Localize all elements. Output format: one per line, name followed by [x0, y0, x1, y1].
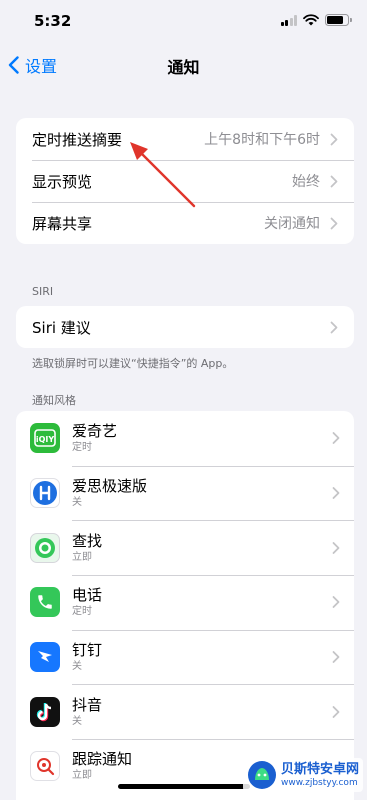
chevron-right-icon	[330, 217, 338, 229]
app-row-iqiyi[interactable]: iQIY 爱奇艺 定时	[16, 411, 354, 466]
phone-icon	[30, 587, 60, 618]
screen-sharing-row[interactable]: 屏幕共享 关闭通知	[16, 202, 354, 244]
app-row-phone[interactable]: 电话 定时	[16, 575, 354, 630]
chevron-right-icon	[330, 175, 338, 187]
home-indicator	[118, 784, 250, 789]
screen-sharing-label: 屏幕共享	[32, 214, 93, 233]
app-row-dingtalk[interactable]: 钉钉 关	[16, 629, 354, 685]
app-delivery-status: 关	[72, 715, 82, 727]
siri-footnote: 选取锁屏时可以建议“快捷指令”的 App。	[32, 357, 234, 370]
battery-icon	[325, 14, 352, 26]
siri-suggestions-label: Siri 建议	[32, 318, 91, 337]
app-name: 爱思极速版	[72, 477, 148, 496]
watermark-logo-icon	[247, 761, 276, 789]
siri-group: Siri 建议	[16, 306, 354, 348]
page-title: 通知	[167, 58, 200, 77]
chevron-right-icon	[332, 596, 340, 609]
show-previews-value: 始终	[292, 174, 320, 190]
dingtalk-icon	[30, 642, 60, 673]
cellular-signal-icon	[280, 14, 297, 26]
svg-text:iQIY: iQIY	[36, 435, 55, 444]
douyin-icon	[30, 696, 60, 727]
watermark-url: www.zjbstyy.com	[280, 777, 358, 788]
chevron-right-icon	[332, 432, 340, 445]
watermark-title: 贝斯特安卓网	[280, 761, 359, 777]
chevron-right-icon	[332, 651, 340, 663]
tracking-icon	[30, 751, 60, 782]
status-icons	[280, 14, 352, 26]
app-name: 跟踪通知	[72, 750, 133, 769]
app-name: 抖音	[72, 695, 103, 714]
general-settings-group: 定时推送摘要 上午8时和下午6时 显示预览 始终 屏幕共享 关闭通知	[16, 118, 354, 244]
iqiyi-icon: iQIY	[30, 423, 60, 454]
app-row-aisi[interactable]: 爱思极速版 关	[16, 465, 354, 521]
app-delivery-status: 定时	[72, 442, 92, 454]
app-name: 爱奇艺	[72, 422, 118, 441]
show-previews-row[interactable]: 显示预览 始终	[16, 160, 354, 202]
app-name: 钉钉	[72, 641, 103, 660]
show-previews-label: 显示预览	[32, 172, 93, 191]
chevron-right-icon	[332, 541, 340, 554]
aisi-icon	[30, 478, 60, 509]
app-delivery-status: 立即	[72, 770, 92, 782]
status-time: 5:32	[34, 12, 72, 30]
app-delivery-status: 定时	[72, 606, 92, 618]
app-delivery-status: 关	[72, 661, 82, 673]
app-name: 电话	[72, 586, 103, 605]
app-delivery-status: 立即	[72, 551, 92, 563]
chevron-right-icon	[330, 133, 338, 145]
siri-suggestions-row[interactable]: Siri 建议	[16, 306, 354, 348]
app-delivery-status: 关	[72, 497, 82, 509]
screen-sharing-value: 关闭通知	[264, 216, 320, 232]
wifi-icon	[303, 14, 319, 26]
siri-section-header: SIRI	[32, 285, 54, 298]
status-bar: 5:32	[0, 0, 367, 44]
app-row-douyin[interactable]: 抖音 关	[16, 684, 354, 739]
app-list-group: iQIY 爱奇艺 定时 爱思极速版 关 查找 立即 电话 定时 钉钉 关 抖音 …	[16, 411, 354, 800]
scheduled-summary-row[interactable]: 定时推送摘要 上午8时和下午6时	[16, 118, 354, 160]
scheduled-summary-value: 上午8时和下午6时	[204, 132, 320, 148]
notification-style-header: 通知风格	[32, 394, 76, 407]
findmy-icon	[30, 532, 60, 563]
site-watermark: 贝斯特安卓网 www.zjbstyy.com	[242, 758, 363, 792]
chevron-right-icon	[330, 321, 338, 333]
navigation-bar: 设置 通知	[0, 44, 367, 84]
scheduled-summary-label: 定时推送摘要	[32, 130, 123, 149]
app-name: 查找	[72, 531, 103, 550]
chevron-right-icon	[332, 705, 340, 718]
chevron-right-icon	[332, 487, 340, 499]
app-row-findmy[interactable]: 查找 立即	[16, 520, 354, 575]
